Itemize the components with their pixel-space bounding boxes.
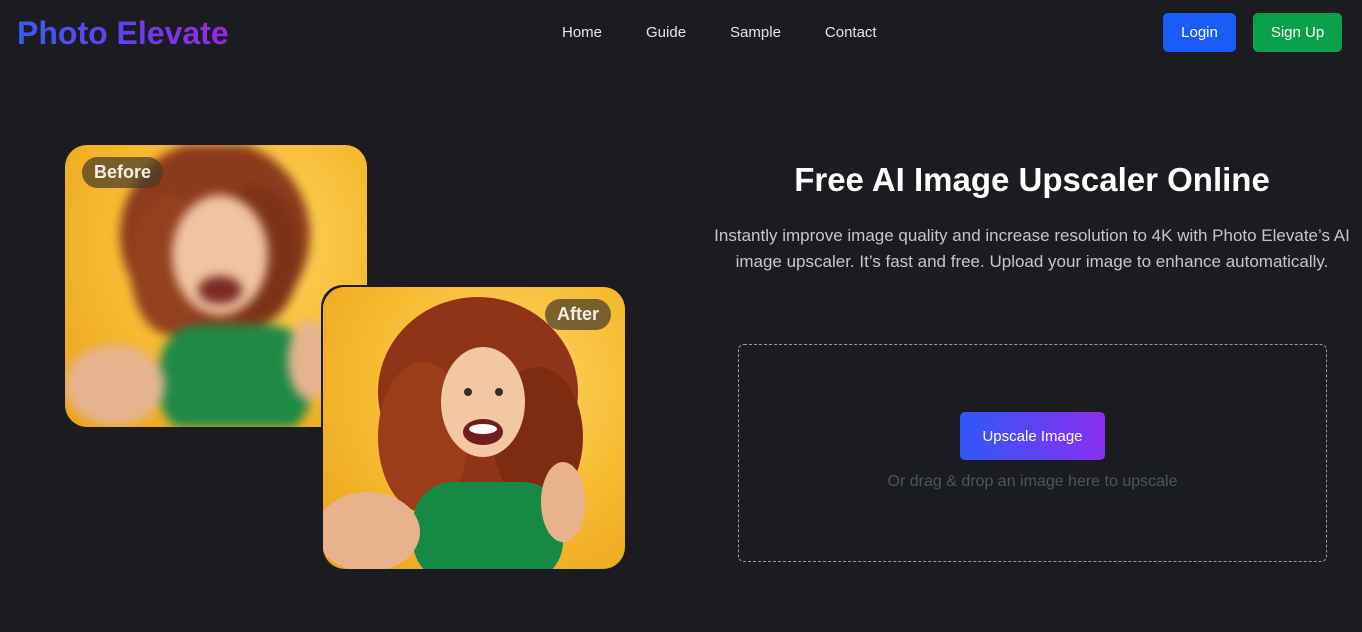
page-title: Free AI Image Upscaler Online [794,161,1270,198]
logo[interactable]: Photo Elevate [17,14,229,52]
upload-dropzone[interactable]: Upscale Image Or drag & drop an image he… [738,344,1327,562]
signup-button[interactable]: Sign Up [1253,13,1342,52]
main-nav: Home Guide Sample Contact [562,24,921,42]
upscale-image-button[interactable]: Upscale Image [960,412,1105,460]
hero-description: Instantly improve image quality and incr… [714,226,1350,271]
nav-sample[interactable]: Sample [730,24,781,42]
page: Photo Elevate Home Guide Sample Contact … [0,0,1362,632]
nav-home[interactable]: Home [562,24,602,42]
before-label: Before [82,157,164,188]
after-image: After [323,287,625,569]
before-image: Before [65,145,367,427]
nav-contact[interactable]: Contact [825,24,877,42]
nav-guide[interactable]: Guide [646,24,686,42]
after-label: After [544,299,611,330]
drop-hint: Or drag & drop an image here to upscale [887,473,1178,490]
login-button[interactable]: Login [1163,13,1236,52]
